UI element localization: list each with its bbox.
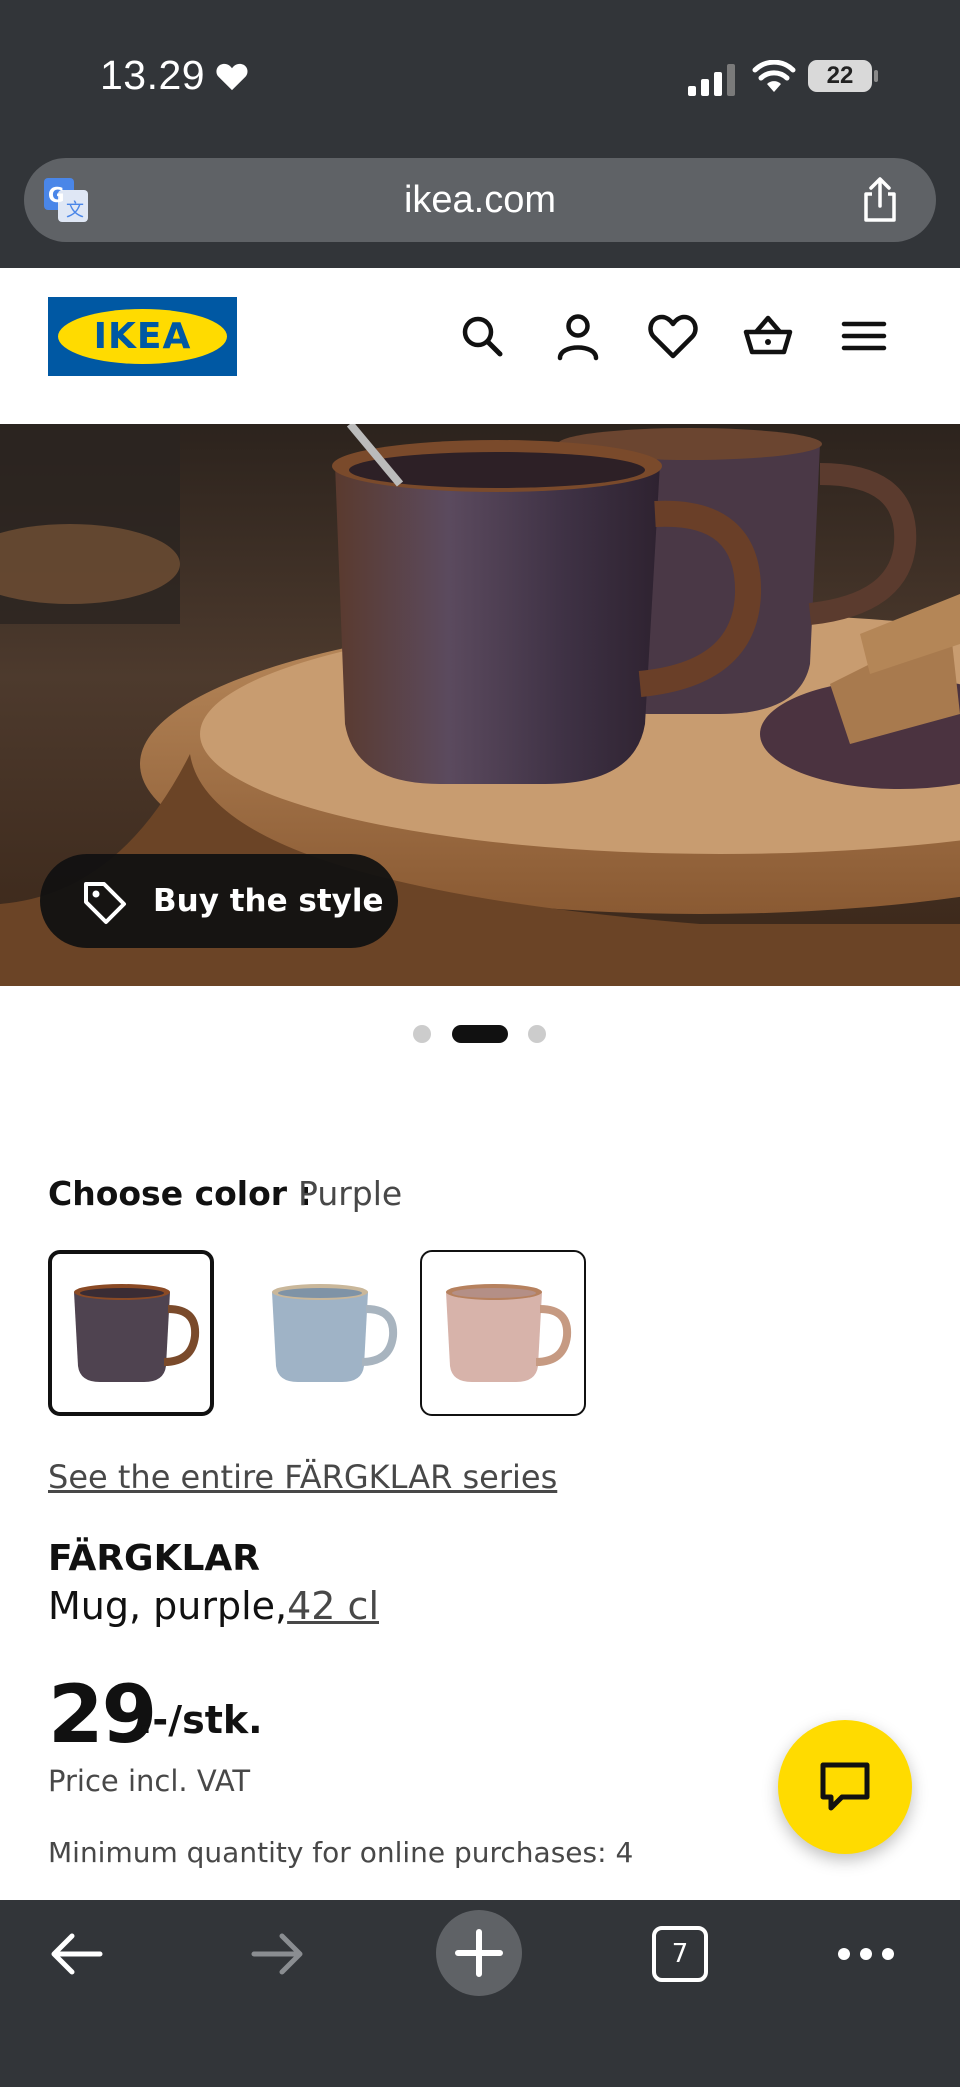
- color-swatch-purple[interactable]: [48, 1250, 214, 1416]
- series-link[interactable]: See the entire FÄRGKLAR series: [48, 1458, 557, 1496]
- plus-icon: [455, 1929, 503, 1977]
- mug-light-blue-image: [272, 1284, 398, 1382]
- product-description: Mug, purple,42 cl: [48, 1584, 379, 1628]
- url-text[interactable]: ikea.com: [0, 176, 960, 224]
- tag-icon: [84, 882, 126, 924]
- mug-pink-image: [446, 1284, 572, 1382]
- status-time: 13.29: [100, 52, 206, 98]
- choose-color-label: Choose color :: [48, 1174, 312, 1213]
- ikea-logo[interactable]: IKEA: [48, 297, 237, 376]
- forward-icon[interactable]: [248, 1928, 308, 1980]
- vat-note: Price incl. VAT: [48, 1764, 251, 1798]
- color-swatch-pink[interactable]: [420, 1250, 586, 1416]
- color-swatch-light-blue[interactable]: [246, 1250, 412, 1416]
- battery-indicator: 22: [808, 60, 872, 92]
- carousel-dot-2-active[interactable]: [452, 1025, 508, 1043]
- signal-icon: [688, 64, 735, 96]
- wifi-icon: [752, 60, 796, 92]
- cart-icon[interactable]: [738, 306, 798, 366]
- new-tab-button[interactable]: [436, 1910, 522, 1996]
- mug-purple-image: [74, 1284, 200, 1382]
- search-icon[interactable]: [452, 306, 512, 366]
- chat-icon: [820, 1762, 870, 1811]
- product-description-text: Mug, purple,: [48, 1584, 288, 1628]
- chat-button[interactable]: [778, 1720, 912, 1854]
- battery-nub: [874, 70, 878, 82]
- back-icon[interactable]: [46, 1928, 106, 1980]
- logo-text: IKEA: [93, 316, 192, 357]
- tabs-count-button[interactable]: 7: [652, 1926, 708, 1982]
- carousel-dot-1[interactable]: [413, 1025, 431, 1043]
- min-quantity-note: Minimum quantity for online purchases: 4: [48, 1836, 634, 1869]
- carousel-dot-3[interactable]: [528, 1025, 546, 1043]
- selected-color-value: Purple: [298, 1174, 403, 1213]
- user-icon[interactable]: [548, 306, 608, 366]
- buy-the-style-button[interactable]: Buy the style: [40, 854, 398, 948]
- product-size-link[interactable]: 42 cl: [287, 1584, 379, 1628]
- price-suffix: .-/stk.: [138, 1698, 263, 1742]
- more-icon[interactable]: [836, 1938, 896, 1970]
- buy-the-style-label: Buy the style: [153, 883, 384, 919]
- favorite-icon[interactable]: [643, 306, 703, 366]
- menu-icon[interactable]: [834, 306, 894, 366]
- heart-icon: [216, 63, 248, 91]
- share-icon[interactable]: [858, 176, 902, 224]
- product-name: FÄRGKLAR: [48, 1538, 261, 1579]
